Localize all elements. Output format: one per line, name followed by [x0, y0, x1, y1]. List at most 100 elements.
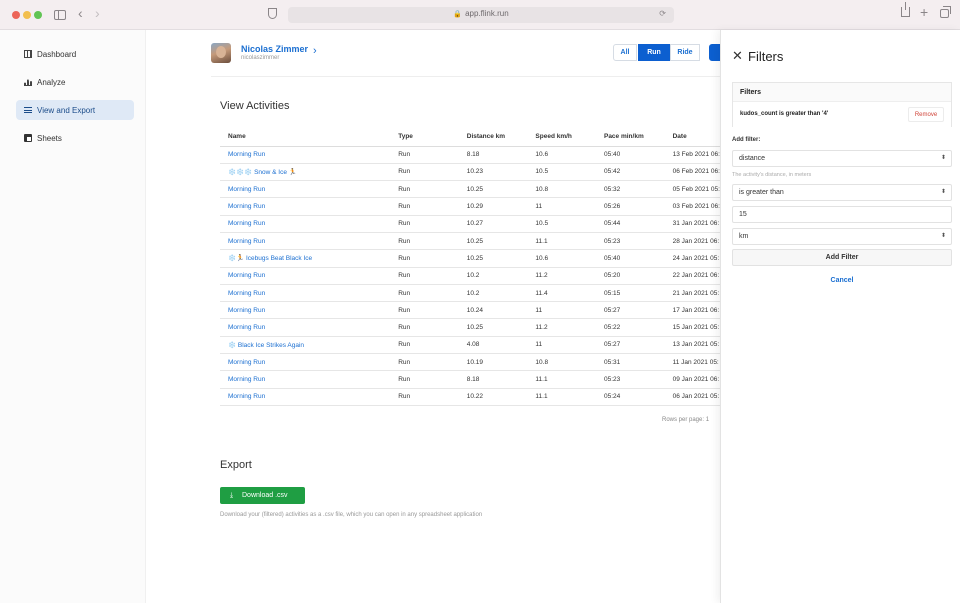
sidebar-item-dashboard[interactable]: Dashboard [16, 44, 134, 64]
pagination: Rows per page: 1 [662, 417, 709, 423]
zoom-window-button[interactable] [34, 11, 42, 19]
field-select[interactable]: distance ⬍ [732, 150, 952, 167]
table-cell: 11 Jan 2021 05: [664, 353, 720, 372]
table-cell: 11.2 [527, 267, 596, 285]
activity-name-link[interactable]: Morning Run [220, 267, 391, 285]
reload-icon[interactable]: ⟳ [659, 9, 666, 18]
table-cell: 05:27 [595, 301, 665, 320]
activity-name-link[interactable]: Morning Run [220, 146, 391, 164]
chevron-right-icon[interactable]: › [313, 45, 317, 57]
activity-name-link[interactable]: Morning Run [220, 370, 391, 389]
address-bar[interactable]: 🔒 app.flink.run ⟳ [288, 7, 674, 23]
export-title: Export [220, 459, 252, 471]
table-cell: 11.4 [527, 284, 596, 303]
table-row[interactable]: Morning Run Run 10.25 10.8 05:32 05 Feb 2021 … [220, 180, 720, 199]
activity-name-link[interactable]: Morning Run [220, 180, 391, 199]
table-row[interactable]: Morning Run Run 10.24 11 05:27 17 Jan 2021 06… [220, 301, 720, 320]
activities-title: View Activities [220, 100, 290, 112]
column-header[interactable]: Speed km/h [527, 128, 596, 147]
table-cell: Run [390, 215, 459, 233]
activity-name-link[interactable]: Morning Run [220, 232, 391, 251]
chart-icon [24, 79, 32, 86]
activity-name-link[interactable]: ❄️ Black Ice Strikes Again [220, 336, 391, 355]
table-cell: 05:15 [595, 284, 665, 303]
back-arrow-icon[interactable]: ‹ [78, 6, 83, 20]
table-row[interactable]: Morning Run Run 10.2 11.2 05:20 22 Jan 2021 0… [220, 267, 720, 285]
profile-name[interactable]: Nicolas Zimmer [241, 44, 308, 54]
activities-table: Name Type Distance km Speed km/h Pace mi… [220, 128, 720, 406]
activity-name-link[interactable]: Morning Run [220, 353, 391, 372]
activity-name-link[interactable]: ❄️❄️❄️ Snow & Ice 🏃 [220, 163, 391, 182]
table-row[interactable]: Morning Run Run 10.22 11.1 05:24 06 Jan 2021 … [220, 388, 720, 406]
select-arrows-icon: ⬍ [940, 189, 946, 195]
unit-select[interactable]: km ⬍ [732, 228, 952, 245]
filter-run-button[interactable]: Run [638, 44, 670, 61]
table-cell: 05:40 [595, 146, 665, 164]
sidebar-item-view-and-export[interactable]: View and Export [16, 100, 134, 120]
download-csv-button[interactable]: ⤓ Download .csv [220, 487, 305, 504]
operator-select[interactable]: is greater than ⬍ [732, 184, 952, 201]
forward-arrow-icon[interactable]: › [95, 6, 100, 20]
tab-overview-icon[interactable] [940, 6, 951, 18]
select-arrows-icon: ⬍ [940, 155, 946, 161]
table-cell: 10.25 [458, 180, 528, 199]
column-header[interactable]: Distance km [458, 128, 528, 147]
value-input[interactable] [732, 206, 952, 223]
table-cell: 05:20 [595, 267, 665, 285]
add-filter-button[interactable]: Add Filter [732, 249, 952, 266]
share-icon[interactable] [901, 2, 910, 17]
shield-icon[interactable] [268, 8, 277, 19]
cancel-link[interactable]: Cancel [732, 277, 952, 284]
sidebar-toggle-icon[interactable] [54, 10, 66, 20]
sidebar-item-sheets[interactable]: Sheets [16, 128, 134, 148]
activity-name-link[interactable]: Morning Run [220, 197, 391, 216]
table-cell: 15 Jan 2021 05: [664, 318, 720, 337]
table-row[interactable]: Morning Run Run 8.18 11.1 05:23 09 Jan 2021 0… [220, 370, 720, 389]
column-header[interactable]: Pace min/km [595, 128, 665, 147]
new-tab-icon[interactable]: + [920, 5, 928, 19]
table-row[interactable]: Morning Run Run 10.29 11 05:26 03 Feb 2021 06… [220, 197, 720, 216]
remove-filter-button[interactable]: Remove [908, 107, 944, 122]
table-row[interactable]: ❄️🏃 Icebugs Beat Black Ice Run 10.25 10.6 05… [220, 249, 720, 268]
minimize-window-button[interactable] [23, 11, 31, 19]
list-icon [24, 107, 32, 113]
table-row[interactable]: ❄️ Black Ice Strikes Again Run 4.08 11 05:27… [220, 336, 720, 355]
sidebar-item-analyze[interactable]: Analyze [16, 72, 134, 92]
table-cell: 10.6 [527, 249, 596, 268]
activity-name-link[interactable]: Morning Run [220, 388, 391, 406]
table-cell: 28 Jan 2021 06: [664, 232, 720, 251]
activity-name-link[interactable]: ❄️🏃 Icebugs Beat Black Ice [220, 249, 391, 268]
column-header[interactable]: Date [664, 128, 720, 147]
filter-ride-button[interactable]: Ride [670, 44, 700, 61]
table-cell: 10.25 [458, 318, 528, 337]
activity-name-link[interactable]: Morning Run [220, 215, 391, 233]
field-hint: The activity's distance, in meters [732, 172, 812, 178]
column-header[interactable]: Name [220, 128, 391, 147]
main-content: Nicolas Zimmer nicolaszimmer › All Run R… [147, 30, 721, 603]
activity-name-link[interactable]: Morning Run [220, 301, 391, 320]
add-filter-label: Add filter: [732, 137, 761, 143]
activity-name-link[interactable]: Morning Run [220, 284, 391, 303]
avatar[interactable] [211, 43, 231, 63]
table-row[interactable]: Morning Run Run 8.18 10.6 05:40 13 Feb 2021 0… [220, 146, 720, 164]
table-cell: 05 Feb 2021 05: [664, 180, 720, 199]
table-row[interactable]: Morning Run Run 10.19 10.8 05:31 11 Jan 2021 … [220, 353, 720, 372]
table-cell: 05:40 [595, 249, 665, 268]
table-cell: Run [390, 232, 459, 251]
table-cell: Run [390, 336, 459, 355]
table-cell: 10.27 [458, 215, 528, 233]
close-window-button[interactable] [12, 11, 20, 19]
filter-all-button[interactable]: All [613, 44, 637, 61]
table-row[interactable]: Morning Run Run 10.27 10.5 05:44 31 Jan 2021 … [220, 215, 720, 233]
table-row[interactable]: ❄️❄️❄️ Snow & Ice 🏃 Run 10.23 10.5 05:42 06 F… [220, 163, 720, 182]
table-cell: 10.22 [458, 388, 528, 406]
table-row[interactable]: Morning Run Run 10.25 11.1 05:23 28 Jan 2021 … [220, 232, 720, 251]
rows-per-page-select[interactable]: 1 [706, 417, 709, 423]
column-header[interactable]: Type [390, 128, 459, 147]
table-cell: 22 Jan 2021 06: [664, 267, 720, 285]
activity-name-link[interactable]: Morning Run [220, 318, 391, 337]
table-row[interactable]: Morning Run Run 10.2 11.4 05:15 21 Jan 2021 0… [220, 284, 720, 303]
browser-toolbar: ‹ › 🔒 app.flink.run ⟳ + [0, 0, 960, 30]
table-row[interactable]: Morning Run Run 10.25 11.2 05:22 15 Jan 2021 … [220, 318, 720, 337]
close-icon[interactable]: ✕ [732, 49, 743, 62]
